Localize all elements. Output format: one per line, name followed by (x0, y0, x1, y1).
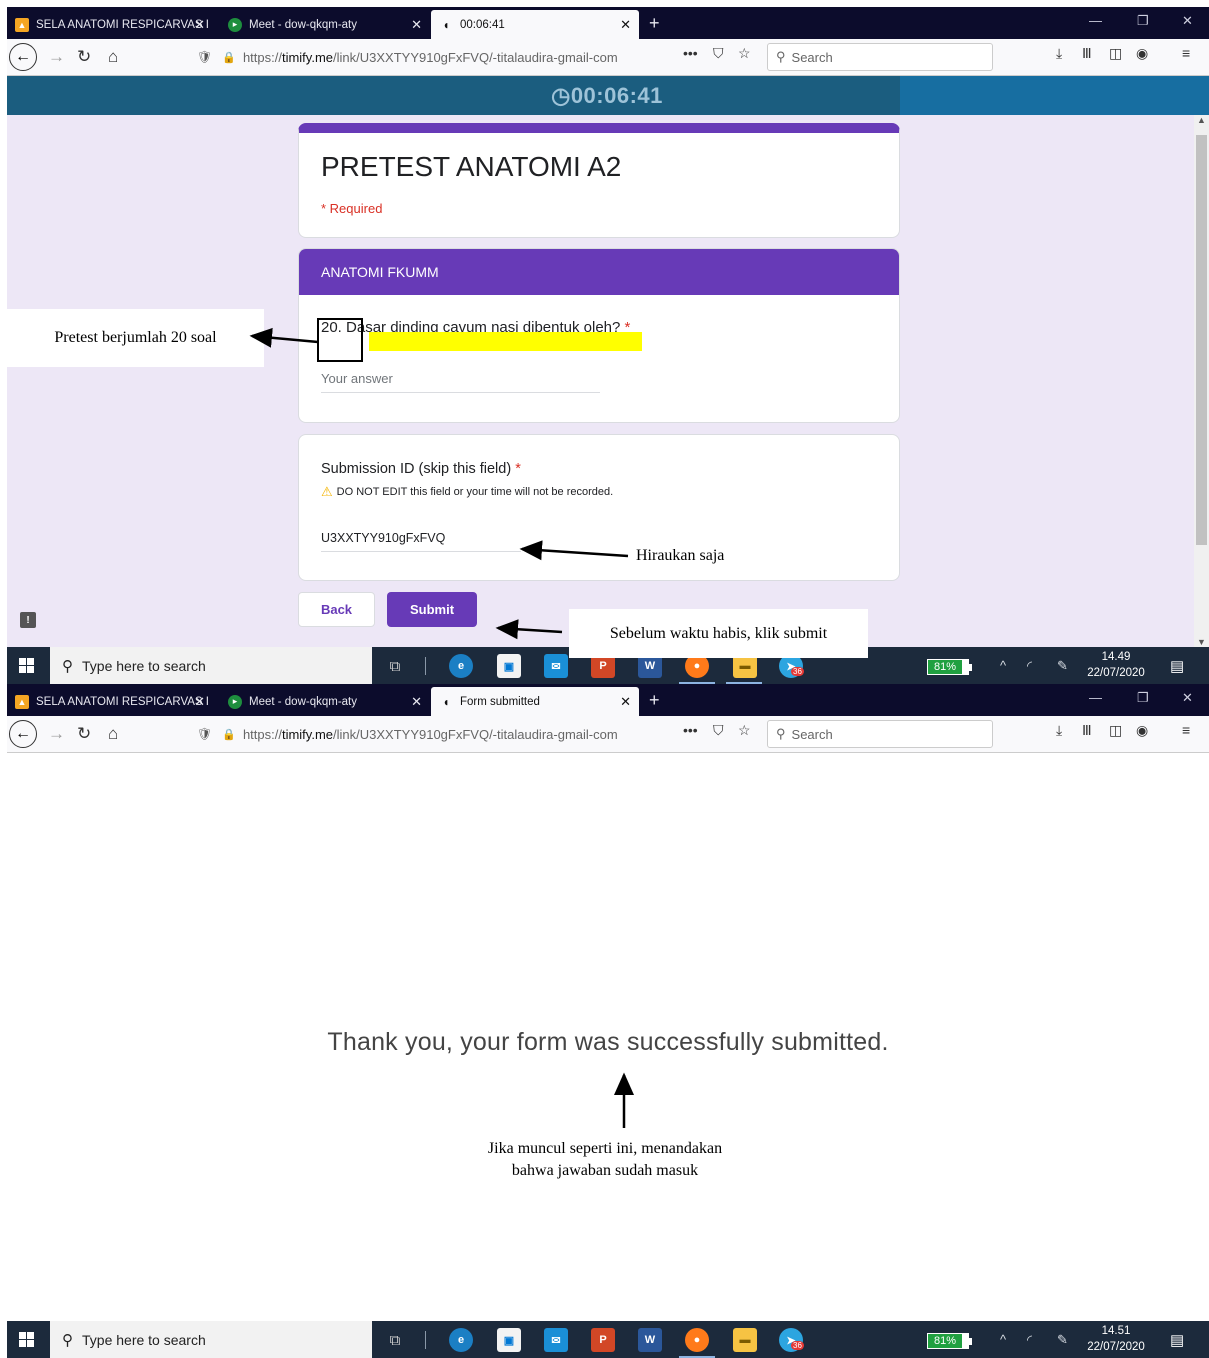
arrow-to-submission-id (519, 540, 629, 561)
arrow-to-submit (495, 619, 563, 640)
annotation-success-hint: Jika muncul seperti ini, menandakan bahw… (487, 1140, 723, 1179)
arrow-to-question-number (249, 327, 319, 348)
annotation-ignore: Hiraukan saja (636, 547, 725, 564)
annotation-submit-hint: Sebelum waktu habis, klik submit (569, 609, 868, 658)
